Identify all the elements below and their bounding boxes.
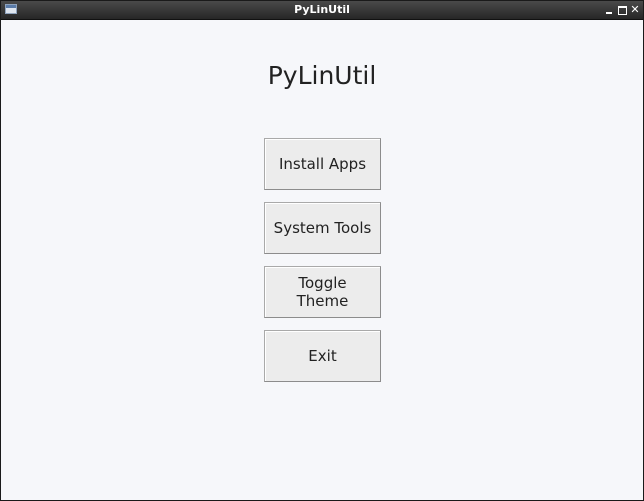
app-window: PyLinUtil ✕ PyLinUtil Install Apps Syste…	[0, 0, 644, 501]
toggle-theme-button[interactable]: Toggle Theme	[264, 266, 381, 318]
exit-button[interactable]: Exit	[264, 330, 381, 382]
close-icon[interactable]: ✕	[629, 3, 641, 16]
minimize-icon[interactable]	[603, 3, 615, 16]
page-title: PyLinUtil	[267, 61, 377, 90]
install-apps-button[interactable]: Install Apps	[264, 138, 381, 190]
maximize-icon[interactable]	[616, 3, 628, 16]
window-title: PyLinUtil	[294, 3, 350, 16]
title-bar[interactable]: PyLinUtil ✕	[1, 1, 643, 20]
system-tools-button[interactable]: System Tools	[264, 202, 381, 254]
